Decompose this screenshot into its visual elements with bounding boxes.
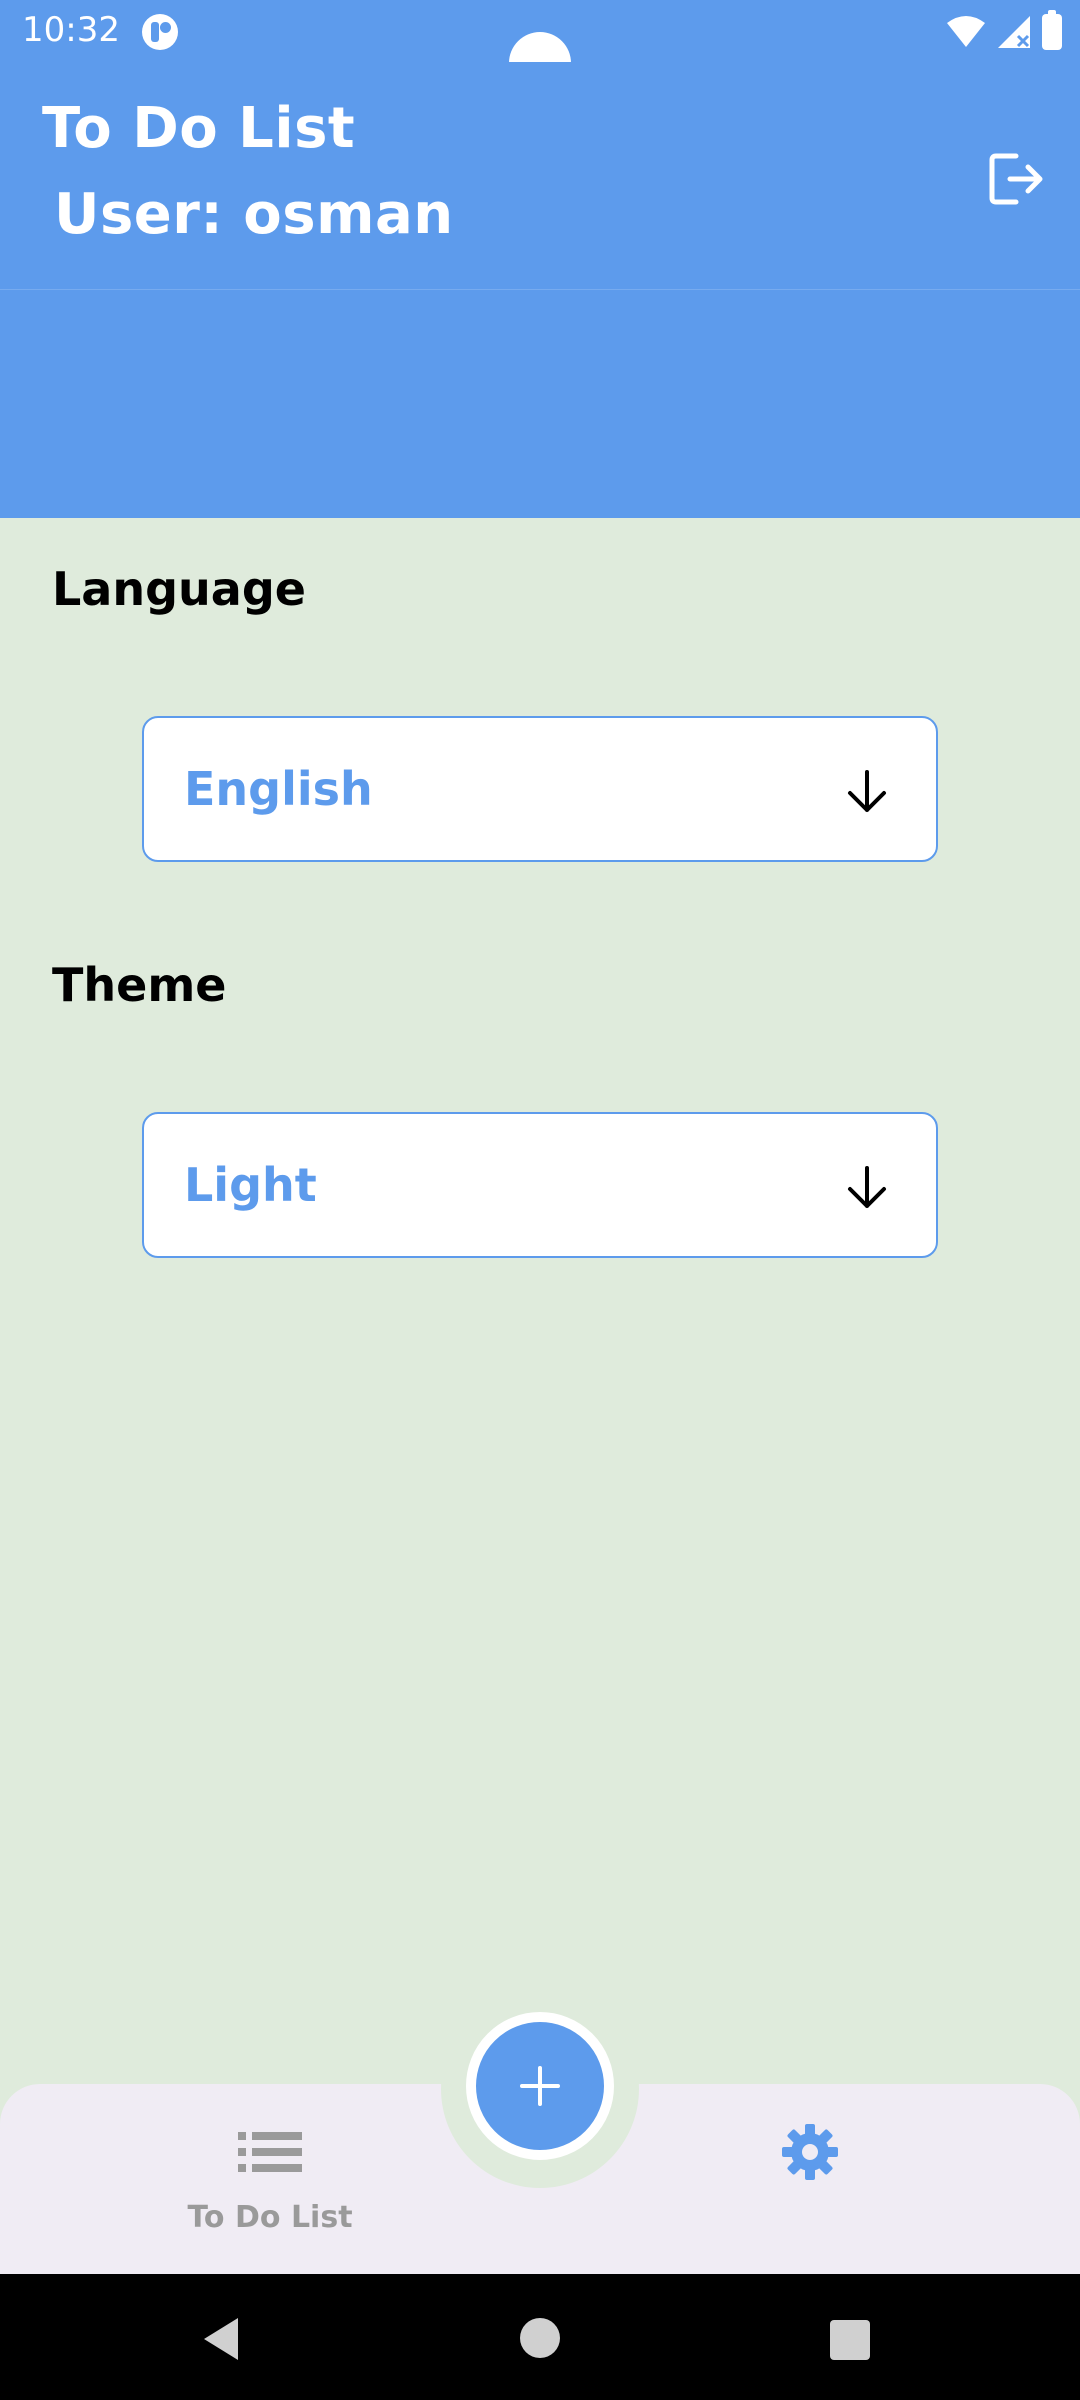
battery-icon [1042,10,1062,50]
app-header: To Do List User: osman [0,62,1080,290]
list-icon [238,2132,302,2172]
language-selected-value: English [184,762,373,816]
logout-button[interactable] [984,146,1050,212]
plus-icon [520,2066,560,2106]
page-title: To Do List [42,96,356,161]
nav-item-todo-list[interactable]: To Do List [150,2110,390,2260]
home-button[interactable] [520,2318,560,2358]
user-label: User: osman [54,182,454,247]
system-navigation-bar [0,2274,1080,2400]
gear-icon [782,2124,838,2180]
language-label: Language [52,562,306,616]
add-task-button[interactable] [466,2012,614,2160]
nav-item-settings[interactable] [770,2112,850,2192]
theme-dropdown[interactable]: Light [142,1112,938,1258]
signal-icon [998,16,1030,48]
app-notification-icon [142,14,178,50]
status-icons [946,10,1062,52]
recents-button[interactable] [830,2320,870,2360]
back-icon[interactable] [196,2314,246,2364]
arrow-down-icon [848,770,886,812]
arrow-down-icon [848,1166,886,1208]
theme-label: Theme [52,958,227,1012]
status-time: 10:32 [22,10,120,50]
logout-icon [989,153,1043,205]
header-extension [0,290,1080,518]
wifi-icon [947,16,985,47]
theme-selected-value: Light [184,1158,317,1212]
nav-item-todo-label: To Do List [187,2200,353,2235]
language-dropdown[interactable]: English [142,716,938,862]
